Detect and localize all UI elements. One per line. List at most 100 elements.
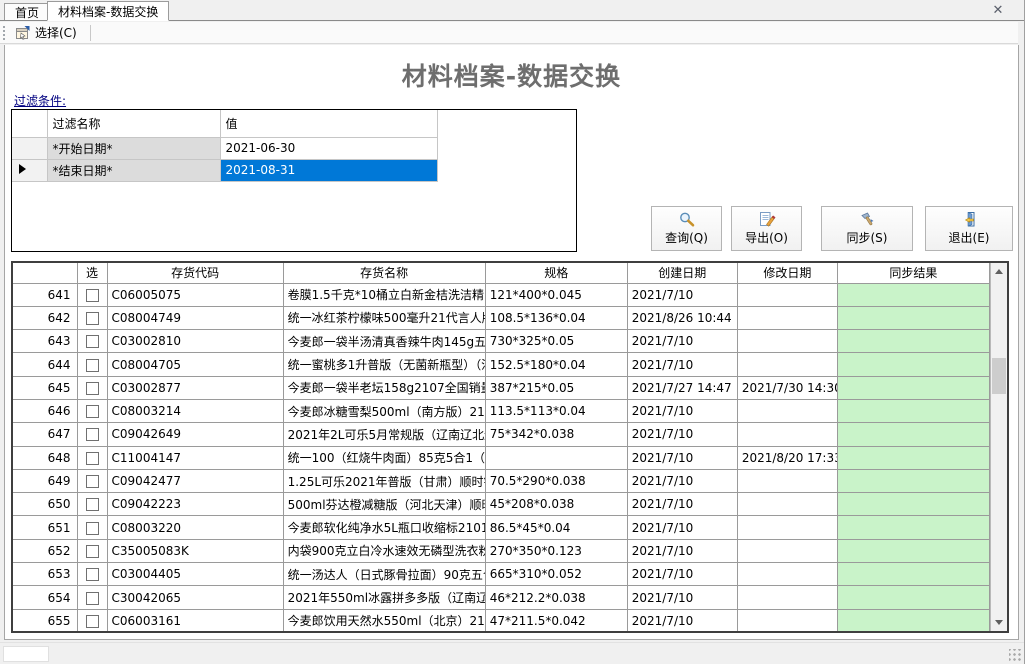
inventory-name-cell[interactable]: 今麦郎一袋半汤清真香辣牛肉145g五连包膜2101版 <box>283 330 485 353</box>
filter-value-header[interactable]: 值 <box>220 110 437 137</box>
row-checkbox[interactable] <box>86 335 99 348</box>
inventory-code-cell[interactable]: C03002810 <box>107 330 283 353</box>
sync-result-cell[interactable] <box>837 493 989 516</box>
sync-result-cell[interactable] <box>837 330 989 353</box>
inventory-name-cell[interactable]: 2021年2L可乐5月常规版（辽南辽北辽中）（新视... <box>283 423 485 446</box>
row-number[interactable]: 653 <box>13 563 77 586</box>
table-row[interactable]: 644C08004705统一蜜桃多1升普版（无菌新瓶型）（河长陕2309...1… <box>13 353 990 376</box>
tab-material-exchange[interactable]: 材料档案-数据交换 <box>47 1 169 21</box>
row-checkbox-cell[interactable] <box>77 586 107 609</box>
modified-date-cell[interactable] <box>737 399 837 422</box>
row-checkbox-cell[interactable] <box>77 353 107 376</box>
row-checkbox-cell[interactable] <box>77 493 107 516</box>
modified-date-cell[interactable] <box>737 423 837 446</box>
row-checkbox-cell[interactable] <box>77 283 107 306</box>
table-row[interactable]: 647C090426492021年2L可乐5月常规版（辽南辽北辽中）（新视...… <box>13 423 990 446</box>
modified-date-cell[interactable] <box>737 539 837 562</box>
row-number[interactable]: 647 <box>13 423 77 446</box>
table-row[interactable]: 652C35005083K内袋900克立白冷水速效无磷型洗衣粉（VI升级）...… <box>13 539 990 562</box>
column-header[interactable]: 规格 <box>485 263 627 283</box>
inventory-code-cell[interactable]: C30042065 <box>107 586 283 609</box>
spec-cell[interactable]: 108.5*136*0.04 <box>485 306 627 329</box>
modified-date-cell[interactable] <box>737 516 837 539</box>
sync-result-cell[interactable] <box>837 306 989 329</box>
row-number[interactable]: 648 <box>13 446 77 469</box>
created-date-cell[interactable]: 2021/7/10 <box>627 423 737 446</box>
column-header[interactable]: 存货代码 <box>107 263 283 283</box>
modified-date-cell[interactable] <box>737 283 837 306</box>
inventory-name-cell[interactable]: 500ml芬达橙减糖版（河北天津）顺时针 <box>283 493 485 516</box>
spec-cell[interactable]: 113.5*113*0.04 <box>485 399 627 422</box>
table-row[interactable]: 655C06003161今麦郎饮用天然水550ml（北京）2101版左进右出47… <box>13 609 990 632</box>
row-checkbox[interactable] <box>86 615 99 628</box>
row-checkbox-cell[interactable] <box>77 446 107 469</box>
created-date-cell[interactable]: 2021/8/26 10:44 <box>627 306 737 329</box>
modified-date-cell[interactable] <box>737 563 837 586</box>
export-button[interactable]: 导出(O) <box>731 206 802 251</box>
row-checkbox[interactable] <box>86 475 99 488</box>
column-header[interactable]: 同步结果 <box>837 263 989 283</box>
sync-button[interactable]: 同步(S) <box>821 206 913 251</box>
filter-value-cell[interactable]: 2021-06-30 <box>220 137 437 159</box>
table-row[interactable]: 650C09042223500ml芬达橙减糖版（河北天津）顺时针45*208*0… <box>13 493 990 516</box>
modified-date-cell[interactable] <box>737 586 837 609</box>
sync-result-cell[interactable] <box>837 353 989 376</box>
row-number[interactable]: 644 <box>13 353 77 376</box>
row-checkbox-cell[interactable] <box>77 539 107 562</box>
inventory-name-cell[interactable]: 统一蜜桃多1升普版（无菌新瓶型）（河长陕2309... <box>283 353 485 376</box>
filter-name-cell[interactable]: *开始日期* <box>47 137 220 159</box>
row-number[interactable]: 652 <box>13 539 77 562</box>
created-date-cell[interactable]: 2021/7/10 <box>627 563 737 586</box>
inventory-code-cell[interactable]: C06005075 <box>107 283 283 306</box>
table-row[interactable]: 642 C08004749统一冰红茶柠檬味500毫升21代言人版6款（无菌...1… <box>13 306 990 329</box>
sync-result-cell[interactable] <box>837 563 989 586</box>
row-checkbox[interactable] <box>86 452 99 465</box>
row-number[interactable]: 642 <box>13 306 77 329</box>
inventory-name-cell[interactable]: 统一冰红茶柠檬味500毫升21代言人版6款（无菌... <box>283 306 485 329</box>
row-number[interactable]: 643 <box>13 330 77 353</box>
row-checkbox-cell[interactable] <box>77 306 107 329</box>
sync-result-cell[interactable] <box>837 516 989 539</box>
table-row[interactable]: 649C090424771.25L可乐2021年普版（甘肃）顺时针70.5*29… <box>13 469 990 492</box>
sync-result-cell[interactable] <box>837 609 989 632</box>
inventory-name-cell[interactable]: 今麦郎软化纯净水5L瓶口收缩标2101版 <box>283 516 485 539</box>
column-header[interactable]: 选 <box>77 263 107 283</box>
sync-result-cell[interactable] <box>837 423 989 446</box>
row-checkbox[interactable] <box>86 498 99 511</box>
spec-cell[interactable]: 387*215*0.05 <box>485 376 627 399</box>
spec-cell[interactable] <box>485 446 627 469</box>
inventory-code-cell[interactable]: C08003220 <box>107 516 283 539</box>
table-row[interactable]: 646C08003214今麦郎冰糖雪梨500ml（南方版）2101版113.5*… <box>13 399 990 422</box>
row-checkbox-cell[interactable] <box>77 563 107 586</box>
row-checkbox[interactable] <box>86 545 99 558</box>
created-date-cell[interactable]: 2021/7/10 <box>627 469 737 492</box>
modified-date-cell[interactable] <box>737 493 837 516</box>
inventory-name-cell[interactable]: 今麦郎饮用天然水550ml（北京）2101版左进右出 <box>283 609 485 632</box>
modified-date-cell[interactable] <box>737 306 837 329</box>
inventory-name-cell[interactable]: 2021年550ml冰露拼多多版（辽南辽北辽中）顺时针 <box>283 586 485 609</box>
sync-result-cell[interactable] <box>837 376 989 399</box>
filter-value-cell-selected[interactable]: 2021-08-31 <box>220 159 437 181</box>
inventory-code-cell[interactable]: C08004749 <box>107 306 283 329</box>
sync-result-cell[interactable] <box>837 446 989 469</box>
column-header[interactable]: 修改日期 <box>737 263 837 283</box>
scrollbar-thumb[interactable] <box>992 358 1006 394</box>
column-header[interactable]: 存货名称 <box>283 263 485 283</box>
inventory-code-cell[interactable]: C09042223 <box>107 493 283 516</box>
created-date-cell[interactable]: 2021/7/10 <box>627 446 737 469</box>
row-checkbox-cell[interactable] <box>77 469 107 492</box>
row-number[interactable]: 655 <box>13 609 77 632</box>
row-number[interactable]: 650 <box>13 493 77 516</box>
row-number[interactable]: 641 <box>13 283 77 306</box>
row-checkbox-cell[interactable] <box>77 399 107 422</box>
modified-date-cell[interactable] <box>737 609 837 632</box>
inventory-code-cell[interactable]: C11004147 <box>107 446 283 469</box>
sync-result-cell[interactable] <box>837 539 989 562</box>
spec-cell[interactable]: 270*350*0.123 <box>485 539 627 562</box>
table-row[interactable]: 653C03004405统一汤达人（日式豚骨拉面）90克五合一（武成...665… <box>13 563 990 586</box>
table-row[interactable]: 643C03002810今麦郎一袋半汤清真香辣牛肉145g五连包膜2101版73… <box>13 330 990 353</box>
select-button[interactable]: 选择(C) <box>10 23 82 43</box>
inventory-name-cell[interactable]: 1.25L可乐2021年普版（甘肃）顺时针 <box>283 469 485 492</box>
row-checkbox[interactable] <box>86 312 99 325</box>
row-checkbox[interactable] <box>86 522 99 535</box>
